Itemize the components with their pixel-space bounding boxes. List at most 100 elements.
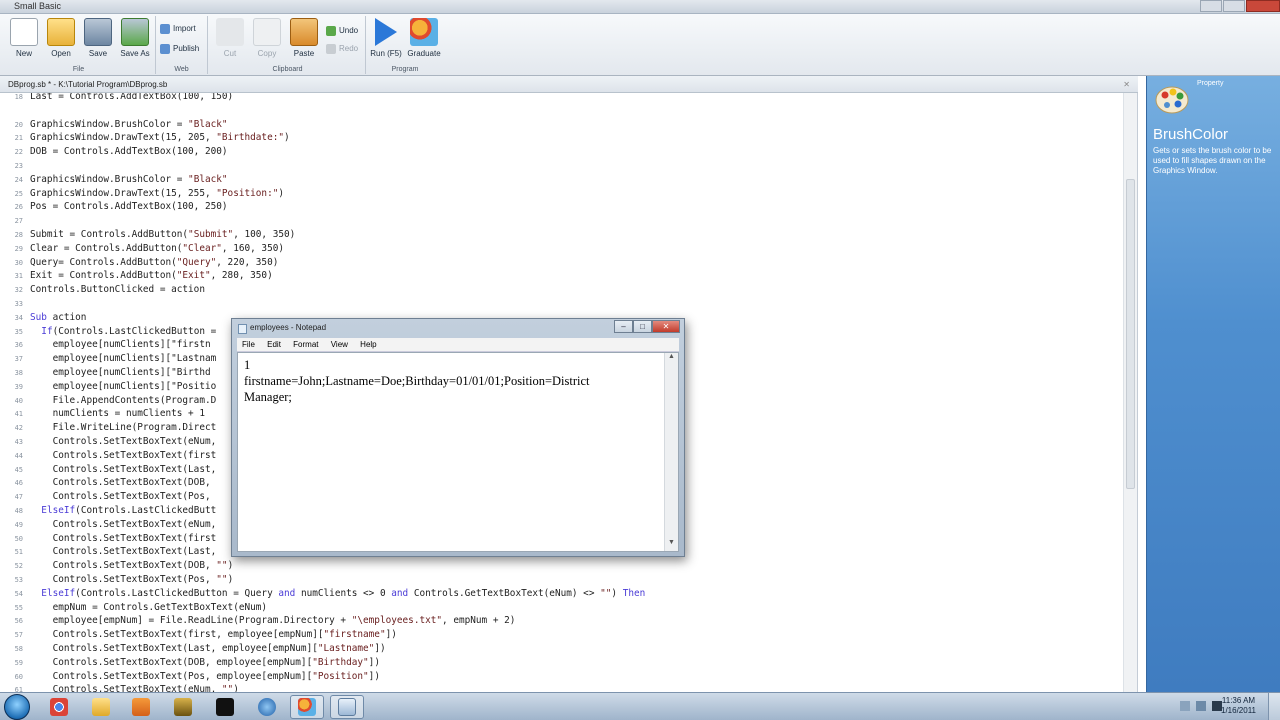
save-as-button[interactable]: Save As	[117, 18, 153, 58]
line-number: 42	[14, 424, 23, 433]
close-button[interactable]	[1246, 0, 1280, 12]
undo-button[interactable]: Undo	[326, 24, 358, 38]
paste-button[interactable]: Paste	[286, 18, 322, 58]
code-line-text: ElseIf(Controls.LastClickedButt	[41, 505, 217, 516]
line-number: 20	[14, 120, 23, 129]
line-number: 39	[14, 382, 23, 391]
code-line-text: numClients = numClients + 1	[30, 408, 205, 420]
clipboard-group: Cut Copy Paste Undo Redo Clipboard	[210, 16, 366, 74]
line-number: 56	[14, 617, 23, 626]
ribbon-toolbar: New Open Save Save As File Import Publis…	[0, 14, 1280, 76]
code-line: 31 Exit = Controls.AddButton("Exit", 280,…	[0, 269, 1124, 283]
menu-edit[interactable]: Edit	[262, 338, 286, 352]
code-line-text: Controls.SetTextBoxText(first	[30, 449, 217, 461]
start-button[interactable]	[4, 694, 30, 720]
save-button[interactable]: Save	[80, 18, 116, 58]
line-number: 32	[14, 286, 23, 295]
menu-view[interactable]: View	[326, 338, 353, 352]
line-number: 60	[14, 672, 23, 681]
code-line-text: Controls.SetTextBoxText(eNum, "")	[30, 684, 239, 692]
code-line: 30 Query= Controls.AddButton("Query", 220…	[0, 256, 1124, 270]
menu-file[interactable]: File	[237, 338, 260, 352]
notepad-minimize-button[interactable]: –	[614, 320, 633, 333]
explorer-icon	[92, 698, 110, 716]
taskbar-winamp[interactable]	[166, 695, 200, 719]
show-desktop-button[interactable]	[1268, 693, 1280, 720]
code-line: 20 GraphicsWindow.BrushColor = "Black"	[0, 118, 1124, 132]
line-number: 57	[14, 631, 23, 640]
globe-icon	[258, 698, 276, 716]
system-clock[interactable]: 11:36 AM 1/16/2011	[1221, 696, 1256, 716]
menu-format[interactable]: Format	[288, 338, 323, 352]
code-line-text: Clear = Controls.AddButton("Clear", 160,…	[30, 242, 285, 254]
menu-help[interactable]: Help	[355, 338, 381, 352]
taskbar-globe[interactable]	[250, 695, 284, 719]
copy-icon	[253, 18, 281, 46]
code-line: 33	[0, 297, 1124, 311]
notepad-scrollbar[interactable]: ▲ ▼	[664, 353, 678, 551]
code-line-text: Controls.SetTextBoxText(Pos, employee[em…	[30, 670, 380, 682]
notepad-close-button[interactable]: ✕	[652, 320, 680, 333]
redo-arrow-icon	[326, 43, 336, 54]
taskbar-small-basic[interactable]	[290, 695, 324, 719]
line-number: 24	[14, 175, 23, 184]
line-number: 51	[14, 548, 23, 557]
line-number: 35	[14, 327, 23, 336]
line-number: 23	[14, 162, 23, 170]
line-number: 41	[14, 410, 23, 419]
close-document-icon[interactable]: ✕	[1123, 76, 1130, 93]
taskbar-explorer[interactable]	[84, 695, 118, 719]
maximize-button[interactable]	[1223, 0, 1245, 12]
code-line-text: Sub action	[30, 311, 87, 323]
taskbar-chrome[interactable]	[42, 695, 76, 719]
graduate-button[interactable]: Graduate	[406, 18, 442, 58]
copy-button[interactable]: Copy	[249, 18, 285, 58]
publish-button[interactable]: Publish	[160, 42, 199, 56]
notepad-maximize-button[interactable]: □	[633, 320, 652, 333]
notepad-icon	[338, 698, 356, 716]
code-line: 27	[0, 214, 1124, 228]
code-line-text: DOB = Controls.AddTextBox(100, 200)	[30, 146, 228, 158]
code-line: 28 Submit = Controls.AddButton("Submit", …	[0, 228, 1124, 242]
code-line: 21 GraphicsWindow.DrawText(15, 205, "Birt…	[0, 131, 1124, 145]
paint-palette-icon	[1155, 86, 1189, 114]
app-title-bar: Small Basic	[0, 0, 1280, 14]
new-button[interactable]: New	[6, 18, 42, 58]
code-line: 55 empNum = Controls.GetTextBoxText(eNum…	[0, 601, 1124, 615]
taskbar-media-player[interactable]	[124, 695, 158, 719]
code-line-text: GraphicsWindow.BrushColor = "Black"	[30, 118, 228, 130]
code-line-text: employee[numClients]["Lastnam	[30, 353, 217, 365]
document-tab[interactable]: DBprog.sb * - K:\Tutorial Program\DBprog…	[0, 76, 1138, 93]
notepad-text-area[interactable]: 1 firstname=John;Lastname=Doe;Birthday=0…	[237, 352, 679, 552]
terminal-icon	[216, 698, 234, 716]
import-button[interactable]: Import	[160, 22, 196, 36]
code-line-text: If(Controls.LastClickedButton =	[41, 325, 222, 337]
new-file-icon	[10, 18, 38, 46]
line-number: 53	[14, 576, 23, 584]
open-button[interactable]: Open	[43, 18, 79, 58]
taskbar-notepad[interactable]	[330, 695, 364, 719]
code-line-text: GraphicsWindow.DrawText(15, 255, "Positi…	[30, 187, 285, 199]
minimize-button[interactable]	[1200, 0, 1222, 12]
scroll-up-icon[interactable]: ▲	[665, 353, 678, 365]
tray-network-icon[interactable]	[1196, 701, 1206, 711]
scrollbar-thumb[interactable]	[1126, 179, 1135, 489]
window-controls	[1199, 0, 1280, 12]
property-panel: Property BrushColor Gets or sets the bru…	[1146, 76, 1280, 692]
code-line: 32 Controls.ButtonClicked = action	[0, 283, 1124, 297]
editor-scrollbar[interactable]	[1123, 93, 1137, 692]
cut-button[interactable]: Cut	[212, 18, 248, 58]
code-line-text: Controls.SetTextBoxText(Pos, "")	[30, 574, 234, 585]
code-line-text: employee[numClients]["firstn	[30, 339, 211, 351]
scroll-down-icon[interactable]: ▼	[665, 539, 678, 551]
chrome-icon	[50, 698, 68, 716]
run-button[interactable]: Run (F5)	[368, 18, 404, 58]
line-number: 52	[14, 562, 23, 571]
redo-button[interactable]: Redo	[326, 42, 358, 56]
tray-flag-icon[interactable]	[1180, 701, 1190, 711]
small-basic-icon	[298, 698, 316, 716]
notepad-window[interactable]: employees - Notepad – □ ✕ File Edit Form…	[231, 318, 685, 557]
code-line-text: GraphicsWindow.BrushColor = "Black"	[30, 173, 228, 185]
taskbar-terminal[interactable]	[208, 695, 242, 719]
